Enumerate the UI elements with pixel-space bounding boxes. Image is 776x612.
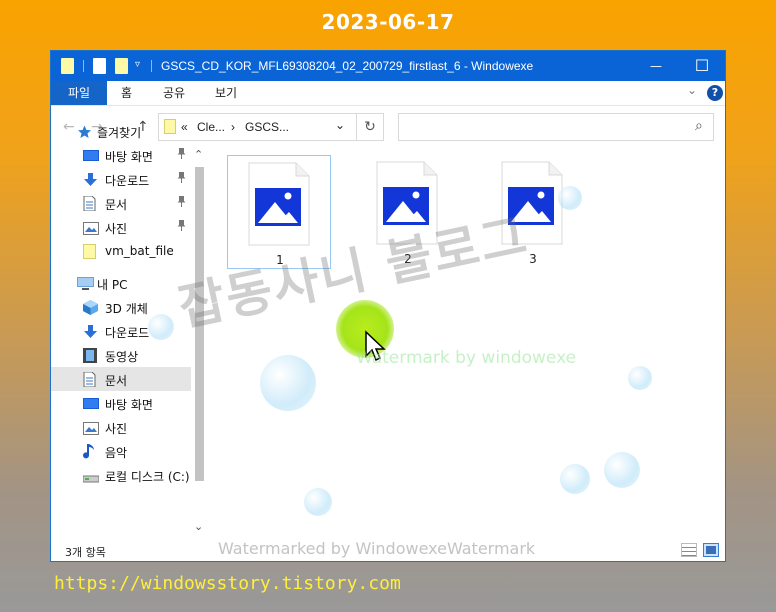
close-button[interactable]: ✕ xyxy=(725,51,726,81)
video-icon xyxy=(83,348,98,363)
download-icon xyxy=(83,324,98,338)
divider xyxy=(151,60,152,72)
sidebar-item[interactable]: vm_bat_file xyxy=(51,239,191,263)
sidebar-item-label: 로컬 디스크 (C:) xyxy=(105,470,190,484)
pictures-icon xyxy=(83,420,99,435)
refresh-button[interactable]: ↻ xyxy=(356,113,384,141)
watermark-bubble xyxy=(558,186,582,210)
search-icon[interactable]: ⌕ xyxy=(695,118,703,134)
sidebar-item-label: 문서 xyxy=(105,198,128,212)
3d-objects-icon xyxy=(83,300,98,315)
sidebar-item-label: 동영상 xyxy=(105,350,139,364)
divider xyxy=(83,60,84,72)
sidebar-item-label: 사진 xyxy=(105,422,128,436)
minimize-button[interactable]: — xyxy=(633,51,679,81)
tab-home[interactable]: 홈 xyxy=(121,81,132,105)
watermark-bubble xyxy=(604,452,640,488)
sidebar-item[interactable]: 바탕 화면 xyxy=(51,391,191,415)
pin-icon[interactable] xyxy=(177,148,186,162)
sidebar-item-label: 다운로드 xyxy=(105,174,150,188)
sidebar-item[interactable]: 문서 xyxy=(51,191,191,215)
tab-view[interactable]: 보기 xyxy=(215,81,237,105)
sidebar-item[interactable]: 음악 xyxy=(51,439,191,463)
sidebar-item-label: 음악 xyxy=(105,446,128,460)
large-icons-view-icon[interactable] xyxy=(703,543,719,557)
desktop-icon xyxy=(83,148,99,162)
pictures-icon xyxy=(83,220,99,235)
sidebar-item[interactable]: 동영상 xyxy=(51,343,191,367)
folder-icon xyxy=(83,244,98,259)
document-icon xyxy=(83,195,98,212)
sidebar-item-label: 바탕 화면 xyxy=(105,150,153,164)
sidebar-item-label: 다운로드 xyxy=(105,326,150,340)
watermark-bubble xyxy=(148,314,174,340)
pc-icon xyxy=(77,276,94,290)
sidebar-item[interactable]: 3D 개체 xyxy=(51,295,191,319)
watermark-text: Watermark by windowexe xyxy=(356,348,577,368)
window-title: GSCS_CD_KOR_MFL69308204_02_200729_firstl… xyxy=(161,59,534,73)
details-view-icon[interactable] xyxy=(681,543,697,557)
sidebar-item[interactable]: 문서 xyxy=(51,367,191,391)
ribbon: 파일 홈 공유 보기 ⌄ ? xyxy=(51,81,725,106)
pin-icon[interactable] xyxy=(177,172,186,186)
blog-url[interactable]: https://windowsstory.tistory.com xyxy=(54,573,401,594)
sidebar-item[interactable]: 로컬 디스크 (C:) xyxy=(51,463,191,487)
folder-icon xyxy=(61,58,74,74)
scroll-down-icon[interactable]: ⌄ xyxy=(194,520,203,533)
tab-file[interactable]: 파일 xyxy=(51,81,107,105)
watermark-bubble xyxy=(260,355,316,411)
ribbon-collapse-icon[interactable]: ⌄ xyxy=(687,83,697,97)
item-count: 3개 항목 xyxy=(65,546,106,559)
maximize-button[interactable]: ☐ xyxy=(679,51,725,81)
music-icon xyxy=(83,444,98,459)
scroll-up-icon[interactable]: ⌃ xyxy=(194,148,203,161)
desktop-icon xyxy=(83,396,99,410)
pin-icon[interactable] xyxy=(177,220,186,234)
sidebar-item[interactable]: 다운로드 xyxy=(51,167,191,191)
sidebar-item[interactable]: 사진 xyxy=(51,415,191,439)
breadcrumb-separator[interactable]: › xyxy=(231,120,235,134)
watermark-bubble xyxy=(560,464,590,494)
help-icon[interactable]: ? xyxy=(707,85,723,101)
quick-access-dropdown-icon[interactable]: ▿ xyxy=(135,59,140,70)
sidebar-item-label: 3D 개체 xyxy=(105,302,148,316)
download-icon xyxy=(83,172,98,186)
watermark-bubble xyxy=(304,488,332,516)
document-icon xyxy=(83,371,98,388)
properties-icon[interactable] xyxy=(93,58,106,74)
sidebar-item-label: vm_bat_file xyxy=(105,244,174,258)
search-input[interactable]: ⌕ xyxy=(398,113,714,141)
tab-share[interactable]: 공유 xyxy=(163,81,185,105)
navigation-pane: 즐겨찾기 바탕 화면 다운로드 문서 사진 vm_bat_file 내 PC 3D 개체 다운로… xyxy=(51,125,207,538)
title-bar[interactable]: ▿ GSCS_CD_KOR_MFL69308204_02_200729_firs… xyxy=(51,51,725,81)
address-dropdown-icon[interactable]: ⌄ xyxy=(335,118,345,132)
sidebar-item[interactable]: 즐겨찾기 xyxy=(51,119,191,143)
address-bar[interactable]: « Cle... › GSCS... ⌄ xyxy=(158,113,384,141)
watermark-bubble xyxy=(628,366,652,390)
sidebar-item[interactable]: 바탕 화면 xyxy=(51,143,191,167)
sidebar-item-label: 문서 xyxy=(105,374,128,388)
drive-icon xyxy=(82,468,100,483)
sidebar-item[interactable]: 내 PC xyxy=(51,271,191,295)
star-icon xyxy=(77,124,92,138)
sidebar-item-label: 사진 xyxy=(105,222,128,236)
sidebar-item-label: 내 PC xyxy=(97,278,128,292)
pin-icon[interactable] xyxy=(177,196,186,210)
date-label: 2023-06-17 xyxy=(321,10,455,34)
image-file-icon xyxy=(248,162,310,246)
sidebar-item-label: 바탕 화면 xyxy=(105,398,153,412)
breadcrumb-item[interactable]: Cle... xyxy=(197,120,225,134)
watermark-text: Watermarked by WindowexeWatermark xyxy=(218,539,536,558)
sidebar-item-label: 즐겨찾기 xyxy=(97,126,142,140)
sidebar-item[interactable]: 사진 xyxy=(51,215,191,239)
new-folder-icon[interactable] xyxy=(115,58,128,74)
breadcrumb-item[interactable]: GSCS... xyxy=(245,120,289,134)
